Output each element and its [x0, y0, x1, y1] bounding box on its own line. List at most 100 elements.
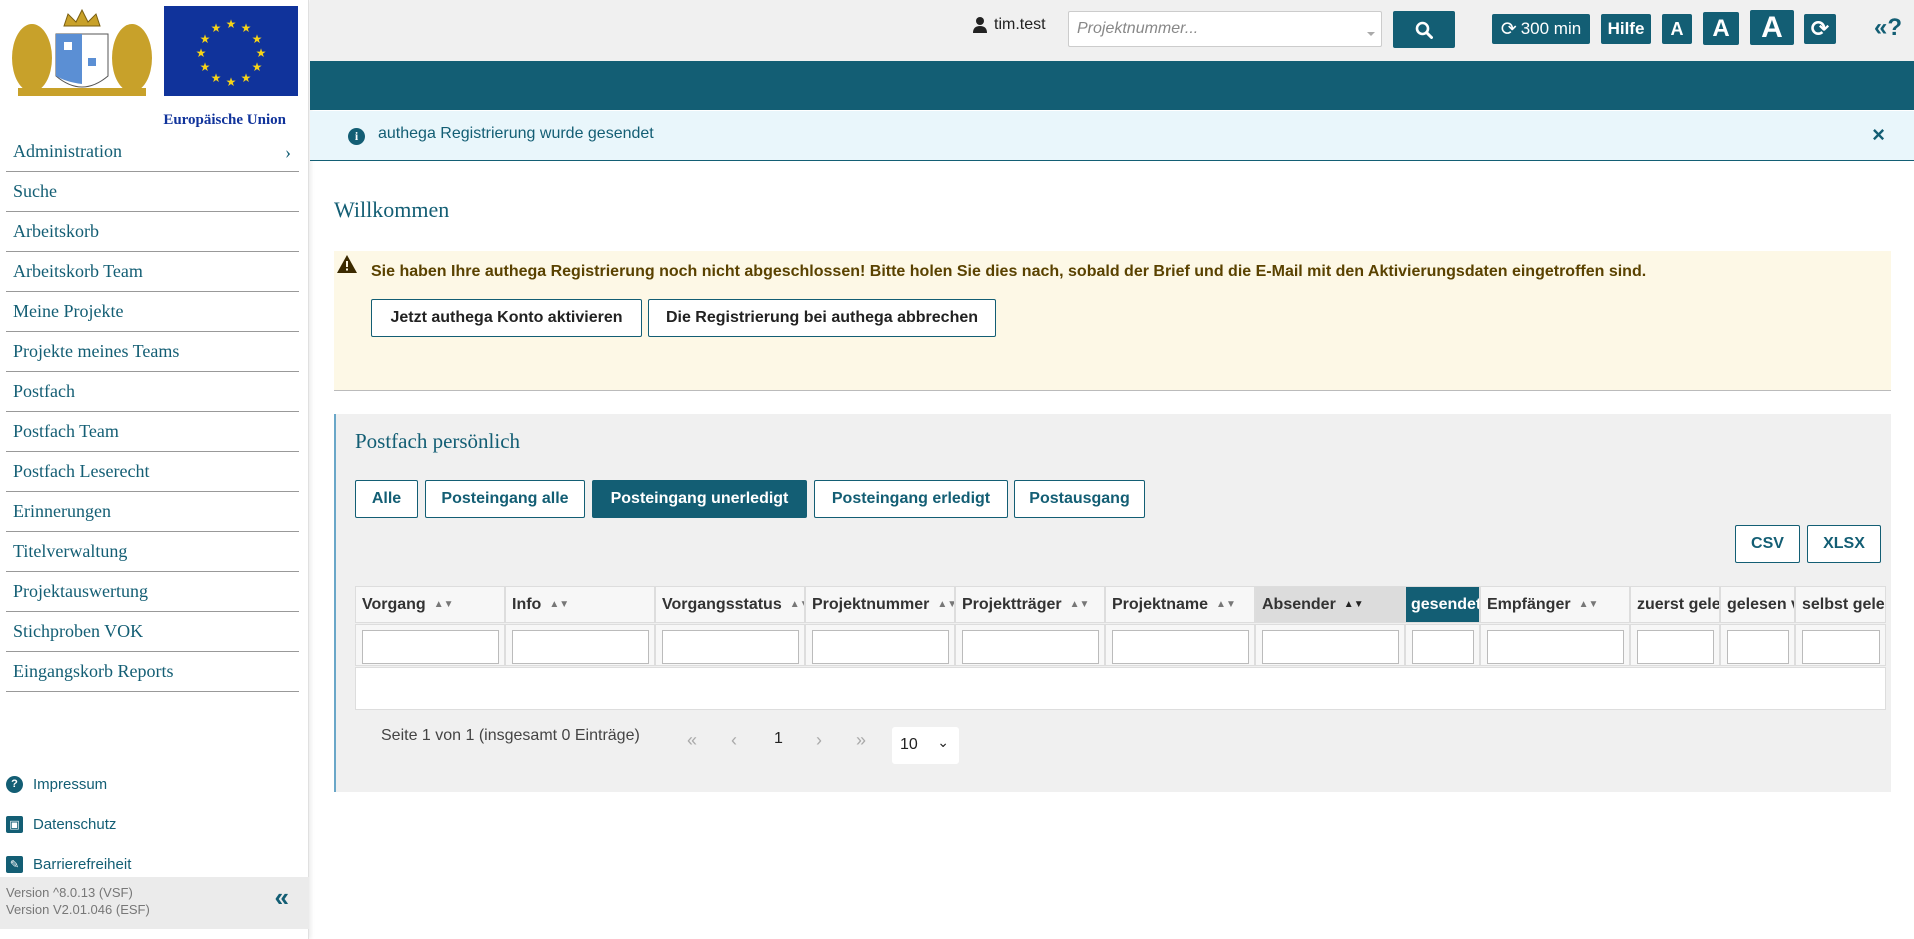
- tab-posteingang-erledigt[interactable]: Posteingang erledigt: [814, 480, 1008, 518]
- column-header-projektnummer[interactable]: Projektnummer▲▼: [805, 586, 955, 623]
- nav-item-postfach-team[interactable]: Postfach Team: [6, 412, 299, 452]
- export-csv-button[interactable]: CSV: [1735, 525, 1800, 563]
- font-size-medium-button[interactable]: A: [1703, 12, 1739, 45]
- filter-cell: [805, 624, 955, 666]
- filter-projekttraeger-input[interactable]: [962, 630, 1099, 664]
- pager-summary: Seite 1 von 1 (insgesamt 0 Einträge): [381, 727, 640, 744]
- nav-item-projekte-meines-teams[interactable]: Projekte meines Teams: [6, 332, 299, 372]
- help-button[interactable]: Hilfe: [1601, 14, 1651, 44]
- filter-empfaenger-input[interactable]: [1487, 630, 1624, 664]
- filter-vorgang-input[interactable]: [362, 630, 499, 664]
- nav-item-suche[interactable]: Suche: [6, 172, 299, 212]
- svg-text:★: ★: [256, 46, 267, 60]
- column-header-projektname[interactable]: Projektname ▲▼: [1105, 586, 1255, 623]
- filter-cell: [505, 624, 655, 666]
- collapse-sidebar-icon[interactable]: «: [275, 884, 289, 910]
- close-icon[interactable]: ×: [1872, 122, 1885, 148]
- column-header-vorgangsstatus[interactable]: Vorgangsstatus▲▼: [655, 586, 805, 623]
- reload-button[interactable]: ⟳: [1804, 14, 1836, 44]
- filter-cell: [955, 624, 1105, 666]
- export-xlsx-button[interactable]: XLSX: [1807, 525, 1881, 563]
- filter-projektname-input[interactable]: [1112, 630, 1249, 664]
- current-page-number[interactable]: 1: [774, 730, 783, 748]
- tab-postausgang[interactable]: Postausgang: [1014, 480, 1145, 518]
- column-header-empfaenger[interactable]: Empfänger ▲▼: [1480, 586, 1630, 623]
- shortcut-help-icon[interactable]: «?: [1874, 14, 1902, 42]
- datenschutz-link[interactable]: ▣ Datenschutz: [6, 804, 131, 844]
- svg-text:★: ★: [200, 32, 211, 46]
- user-menu[interactable]: tim.test: [973, 16, 1046, 34]
- impressum-link[interactable]: ? Impressum: [6, 764, 131, 804]
- sort-icon: ▲▼: [1578, 599, 1599, 610]
- filter-gelesen-von-input[interactable]: [1727, 630, 1789, 664]
- question-circle-icon: ?: [6, 775, 23, 793]
- font-size-large-button[interactable]: A: [1750, 10, 1794, 45]
- session-timer-button[interactable]: ⟳ 300 min: [1492, 14, 1590, 44]
- nav-item-erinnerungen[interactable]: Erinnerungen: [6, 492, 299, 532]
- tab-posteingang-unerledigt[interactable]: Posteingang unerledigt: [592, 480, 807, 518]
- nav-item-meine-projekte[interactable]: Meine Projekte: [6, 292, 299, 332]
- tab-alle[interactable]: Alle: [355, 480, 418, 518]
- first-page-icon[interactable]: «: [687, 730, 697, 751]
- column-header-gesendet[interactable]: gesendet: [1405, 586, 1480, 623]
- next-page-icon[interactable]: ›: [816, 730, 822, 751]
- cancel-authega-registration-button[interactable]: Die Registrierung bei authega abbrechen: [648, 299, 996, 337]
- edit-icon: ✎: [6, 855, 23, 873]
- column-header-absender[interactable]: Absender ▲▼: [1255, 586, 1405, 623]
- svg-text:★: ★: [241, 21, 252, 35]
- column-header-selbst-gelesen[interactable]: selbst gelesen: [1795, 586, 1886, 623]
- sidebar: ★ ★ ★ ★ ★ ★ ★ ★ ★ ★ ★ ★ Europäische Union Admini…: [0, 0, 309, 939]
- main-navigation: Administration › Suche Arbeitskorb Arbeit…: [6, 132, 299, 692]
- filter-projektnummer-input[interactable]: [812, 630, 949, 664]
- sort-icon: ▲▼: [433, 599, 454, 610]
- column-header-vorgang[interactable]: Vorgang ▲▼: [355, 586, 505, 623]
- nav-item-projektauswertung[interactable]: Projektauswertung: [6, 572, 299, 612]
- filter-info-input[interactable]: [512, 630, 649, 664]
- header-band: [310, 61, 1914, 110]
- nav-item-stichproben-vok[interactable]: Stichproben VOK: [6, 612, 299, 652]
- eu-label: Europäische Union: [163, 112, 286, 128]
- previous-page-icon[interactable]: ‹: [731, 730, 737, 751]
- mailbox-title: Postfach persönlich: [355, 429, 521, 453]
- svg-text:★: ★: [226, 17, 237, 31]
- activate-authega-button[interactable]: Jetzt authega Konto aktivieren: [371, 299, 642, 337]
- filter-cell: [1480, 624, 1630, 666]
- svg-text:★: ★: [252, 60, 263, 74]
- nav-item-titelverwaltung[interactable]: Titelverwaltung: [6, 532, 299, 572]
- column-header-zuerst-gelesen[interactable]: zuerst gelesen: [1630, 586, 1720, 623]
- search-button[interactable]: [1393, 11, 1455, 48]
- filter-cell: [355, 624, 505, 666]
- footer-links: ? Impressum ▣ Datenschutz ✎ Barrierefreihei…: [6, 764, 131, 884]
- sort-icon: ▲▼: [789, 599, 804, 610]
- chevron-right-icon: ›: [285, 142, 291, 162]
- sort-icon: ▲▼: [937, 599, 954, 610]
- column-header-projekttraeger[interactable]: Projektträger ▲▼: [955, 586, 1105, 623]
- filter-cell: [1255, 624, 1405, 666]
- nav-item-eingangskorb-reports[interactable]: Eingangskorb Reports: [6, 652, 299, 692]
- page-size-select[interactable]: 10 ⌄: [892, 727, 959, 764]
- top-bar: tim.test Projektnummer... ⟳ 300 min Hilfe…: [310, 0, 1914, 61]
- filter-absender-input[interactable]: [1262, 630, 1399, 664]
- tab-posteingang-alle[interactable]: Posteingang alle: [425, 480, 585, 518]
- filter-selbst-gelesen-input[interactable]: [1802, 630, 1880, 664]
- last-page-icon[interactable]: »: [856, 730, 866, 751]
- nav-item-arbeitskorb-team[interactable]: Arbeitskorb Team: [6, 252, 299, 292]
- sort-icon: ▲▼: [1216, 599, 1236, 610]
- column-header-gelesen-von[interactable]: gelesen von: [1720, 586, 1795, 623]
- user-icon: [973, 17, 987, 33]
- filter-vorgangsstatus-input[interactable]: [662, 630, 799, 664]
- nav-item-postfach-leserecht[interactable]: Postfach Leserecht: [6, 452, 299, 492]
- column-header-info[interactable]: Info ▲▼: [505, 586, 655, 623]
- font-size-small-button[interactable]: A: [1662, 14, 1692, 44]
- nav-item-administration[interactable]: Administration ›: [6, 132, 299, 172]
- warning-alert: Sie haben Ihre authega Registrierung noc…: [334, 251, 1891, 391]
- svg-text:★: ★: [200, 60, 211, 74]
- nav-item-arbeitskorb[interactable]: Arbeitskorb: [6, 212, 299, 252]
- project-number-search-input[interactable]: Projektnummer...: [1068, 11, 1382, 47]
- version-esf: Version V2.01.046 (ESF): [6, 902, 150, 917]
- nav-item-postfach[interactable]: Postfach: [6, 372, 299, 412]
- info-icon: i: [348, 128, 365, 145]
- warning-icon: [337, 255, 357, 273]
- filter-zuerst-gelesen-input[interactable]: [1637, 630, 1714, 664]
- filter-gesendet-input[interactable]: [1412, 630, 1474, 664]
